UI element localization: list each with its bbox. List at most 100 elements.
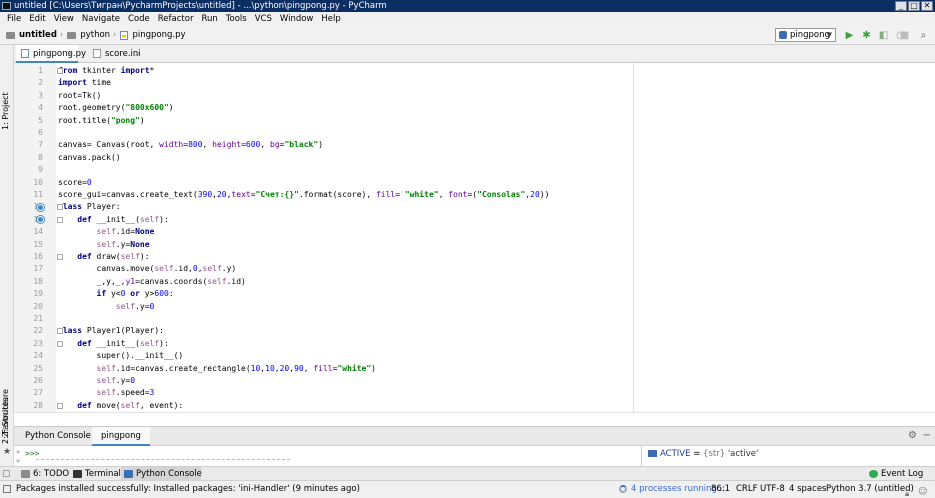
code-line[interactable]: import time (58, 77, 111, 89)
chevron-right-icon: › (59, 30, 64, 40)
line-number: 20 (33, 301, 43, 311)
menu-view[interactable]: View (50, 12, 78, 26)
variable-row[interactable]: ACTIVE = {str} 'active' (660, 449, 758, 459)
override-marker-icon[interactable] (37, 203, 44, 211)
window-title: untitled [C:\Users\Тигран\PycharmProject… (14, 1, 387, 11)
fold-marker-icon[interactable] (57, 204, 63, 211)
menu-navigate[interactable]: Navigate (78, 12, 124, 26)
coverage-icon[interactable]: ◧ (878, 30, 889, 41)
close-tab-icon[interactable]: × (66, 45, 73, 63)
code-line[interactable]: self.id=canvas.create_rectangle(10,10,20… (58, 363, 376, 375)
menu-window[interactable]: Window (276, 12, 318, 26)
code-line[interactable]: if y<0 or y>600: (58, 288, 174, 300)
console-expand-icon[interactable]: » (16, 448, 20, 456)
minimize-panel-icon[interactable]: − (923, 430, 931, 441)
code-line[interactable]: canvas= Canvas(root, width=800, height=6… (58, 139, 323, 151)
code-line[interactable]: self.y=None (58, 239, 150, 251)
fold-marker-icon[interactable] (57, 328, 63, 335)
fold-marker-icon[interactable] (57, 216, 63, 223)
fold-marker-icon[interactable] (57, 402, 63, 409)
search-icon[interactable]: ⌕ (918, 30, 929, 41)
console-more-icon[interactable]: » (16, 457, 20, 465)
code-line[interactable]: def draw(self): (58, 251, 149, 263)
code-line[interactable]: root.geometry("800x600") (58, 102, 174, 114)
code-line[interactable]: self.id=None (58, 226, 155, 238)
python-console[interactable] (14, 446, 641, 466)
line-number: 19 (33, 289, 43, 299)
tab-python-console[interactable]: Python Console (16, 427, 100, 446)
stop-icon[interactable]: ■ (899, 30, 910, 41)
chevron-down-icon: ▼ (826, 31, 832, 39)
code-line[interactable]: from tkinter import* (58, 65, 154, 77)
menu-tools[interactable]: Tools (222, 12, 251, 26)
code-line[interactable]: def __init__(self): (58, 338, 169, 350)
fold-marker-icon[interactable] (57, 340, 63, 347)
menu-code[interactable]: Code (124, 12, 154, 26)
tab-python-console-bottom[interactable]: Python Console (121, 467, 202, 481)
menu-run[interactable]: Run (197, 12, 221, 26)
code-line[interactable]: def move(self, event): (58, 400, 183, 412)
tab-score-ini[interactable]: score.ini × (88, 45, 146, 63)
maximize-button[interactable]: □ (908, 1, 920, 11)
debug-icon[interactable]: ✱ (861, 30, 872, 41)
run-configuration-select[interactable]: pingpong ▼ (775, 28, 836, 42)
tab-terminal[interactable]: Terminal (70, 467, 121, 481)
file-encoding[interactable]: UTF-8 (760, 481, 785, 498)
project-tool-tab[interactable]: 1: Project (1, 92, 10, 130)
code-line[interactable]: self.speed=3 (58, 387, 155, 399)
close-tab-icon[interactable]: × (134, 45, 141, 63)
layout-toggle-icon[interactable]: ▢ (2, 469, 11, 479)
fold-marker-icon[interactable] (57, 254, 63, 260)
status-toggle-icon[interactable] (3, 485, 11, 493)
line-separator[interactable]: CRLF (736, 481, 757, 498)
python-file-icon (120, 30, 129, 40)
interpreter-selector[interactable]: Python 3.7 (untitled) (826, 481, 914, 498)
breadcrumb-project[interactable]: untitled (6, 30, 57, 40)
minimize-button[interactable]: _ (895, 1, 907, 11)
line-number: 3 (38, 90, 43, 100)
menu-refactor[interactable]: Refactor (154, 12, 198, 26)
code-line[interactable]: self.y=0 (58, 375, 136, 387)
menu-vcs[interactable]: VCS (251, 12, 276, 26)
favorites-tool-tab[interactable]: 2: Favorites (1, 398, 10, 444)
progress-spinner-icon (619, 485, 627, 493)
code-line[interactable]: super().__init__() (58, 350, 184, 362)
status-message[interactable]: Packages installed successfully: Install… (16, 481, 360, 498)
code-line[interactable]: class Player1(Player): (58, 325, 164, 337)
todo-icon (21, 470, 30, 478)
breadcrumb-folder[interactable]: python (67, 30, 110, 40)
line-number: 24 (33, 351, 43, 361)
code-editor[interactable]: 1 from tkinter import* 2 import time 3 root=T… (14, 63, 935, 412)
code-line[interactable]: root=Tk() (58, 90, 101, 102)
code-line[interactable]: self.y=0 (58, 301, 155, 313)
code-line[interactable]: canvas.move(self.id,0,self.y) (58, 263, 237, 275)
run-icon[interactable]: ▶ (844, 30, 855, 41)
hector-icon[interactable]: ☺ (918, 484, 927, 498)
run-configuration-label: pingpong (790, 30, 830, 40)
code-line[interactable]: canvas.pack() (58, 152, 121, 164)
fold-marker-icon[interactable] (57, 68, 63, 74)
tab-pingpong-run[interactable]: pingpong (92, 427, 150, 446)
tab-todo[interactable]: 6: TODO (18, 467, 69, 481)
editor-horizontal-scrollbar[interactable] (14, 412, 935, 426)
code-line[interactable]: root.title("pong") (58, 115, 145, 127)
menu-help[interactable]: Help (317, 12, 344, 26)
lock-icon[interactable]: 🔒︎ (905, 485, 909, 498)
chevron-right-icon: › (113, 30, 117, 40)
menu-bar: File Edit View Navigate Code Refactor Ru… (0, 12, 935, 26)
event-log-button[interactable]: Event Log (866, 467, 932, 481)
code-line[interactable]: score_gui=canvas.create_text(390,20,text… (58, 189, 549, 201)
menu-edit[interactable]: Edit (25, 12, 49, 26)
indent-setting[interactable]: 4 spaces (789, 481, 826, 498)
code-line[interactable]: def __init__(self): (58, 214, 169, 226)
code-line[interactable]: class Player: (58, 201, 121, 213)
gear-icon[interactable]: ⚙ (908, 430, 917, 441)
caret-position[interactable]: 86:1 (711, 481, 730, 498)
breadcrumb-file[interactable]: pingpong.py (120, 30, 186, 40)
tab-pingpong-py[interactable]: pingpong.py × (16, 45, 86, 63)
close-button[interactable]: ✕ (921, 1, 933, 11)
menu-file[interactable]: File (3, 12, 25, 26)
code-line[interactable]: _,y,_,y1=canvas.coords(self.id) (58, 276, 246, 288)
code-line[interactable]: score=0 (58, 177, 92, 189)
line-number: 8 (38, 152, 43, 162)
